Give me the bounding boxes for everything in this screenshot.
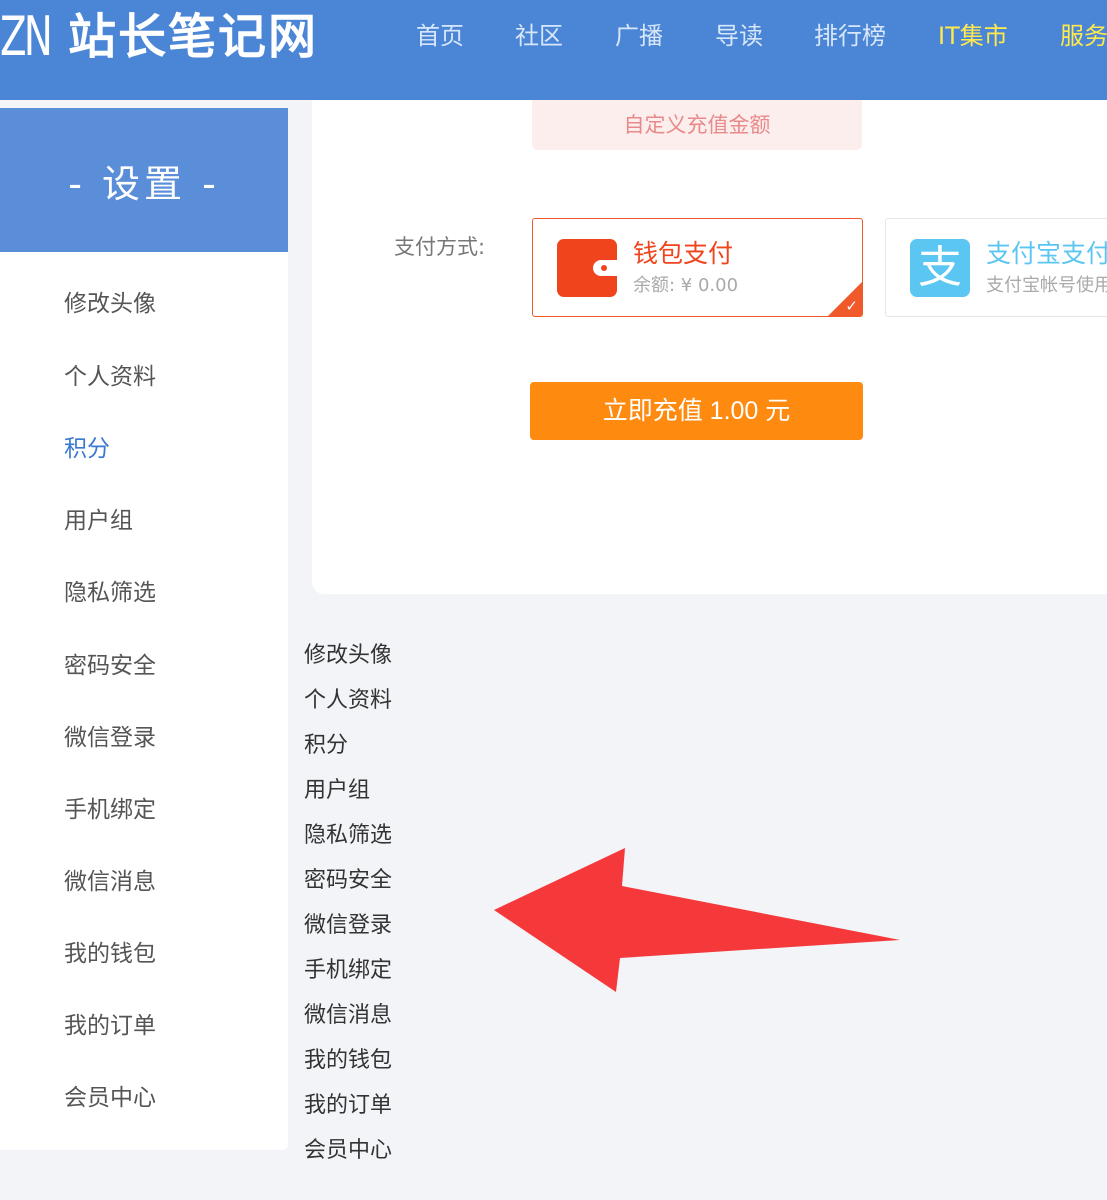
alipay-icon: 支	[910, 239, 970, 297]
sidebar-item-phone[interactable]: 手机绑定	[64, 795, 156, 825]
sidebar-title: - 设置 -	[68, 161, 220, 206]
nav-home[interactable]: 首页	[416, 16, 464, 56]
red-arrow-icon	[494, 848, 900, 992]
plain-link-wallet[interactable]: 我的钱包	[304, 1047, 392, 1075]
nav-ranking[interactable]: 排行榜	[814, 16, 886, 56]
sidebar-item-profile[interactable]: 个人资料	[64, 362, 156, 392]
recharge-button[interactable]: 立即充值 1.00 元	[530, 382, 863, 440]
top-header: ZN 站长笔记网 首页 社区 广播 导读 排行榜 IT集市 服务	[0, 0, 1107, 100]
plain-link-avatar[interactable]: 修改头像	[304, 642, 392, 670]
wallet-balance: 余额: ¥ 0.00	[633, 275, 739, 296]
plain-link-privacy[interactable]: 隐私筛选	[304, 822, 392, 850]
sidebar-item-password[interactable]: 密码安全	[64, 651, 156, 681]
checkmark-icon: ✓	[845, 297, 858, 315]
sidebar-item-orders[interactable]: 我的订单	[64, 1011, 156, 1041]
wallet-pay-title: 钱包支付	[633, 239, 734, 268]
plain-link-member[interactable]: 会员中心	[304, 1137, 392, 1165]
plain-link-orders[interactable]: 我的订单	[304, 1092, 392, 1120]
alipay-subtitle: 支付宝帐号使用	[986, 275, 1107, 296]
logo-mark: ZN	[0, 5, 53, 68]
settings-sidebar: - 设置 - 修改头像 个人资料 积分 用户组 隐私筛选 密码安全 微信登录 手…	[0, 108, 288, 1150]
payment-card: 自定义充值金额 支付方式: 钱包支付 余额: ¥ 0.00 ✓ 支 支付宝支付 …	[312, 100, 1107, 594]
alipay-title: 支付宝支付	[986, 239, 1107, 268]
nav-broadcast[interactable]: 广播	[615, 16, 663, 56]
nav-community[interactable]: 社区	[515, 16, 563, 56]
wallet-pay-option[interactable]: 钱包支付 余额: ¥ 0.00 ✓	[532, 218, 863, 317]
wallet-icon	[557, 239, 617, 297]
sidebar-item-avatar[interactable]: 修改头像	[64, 289, 156, 319]
plain-link-wechat-login[interactable]: 微信登录	[304, 912, 392, 940]
plain-link-usergroup[interactable]: 用户组	[304, 777, 370, 805]
plain-link-profile[interactable]: 个人资料	[304, 687, 392, 715]
plain-link-password[interactable]: 密码安全	[304, 867, 392, 895]
sidebar-item-privacy[interactable]: 隐私筛选	[64, 578, 156, 608]
sidebar-item-wallet[interactable]: 我的钱包	[64, 939, 156, 969]
logo-text: 站长笔记网	[68, 9, 319, 65]
payment-method-label: 支付方式:	[394, 235, 486, 259]
sidebar-header: - 设置 -	[0, 108, 288, 252]
plain-link-phone[interactable]: 手机绑定	[304, 957, 392, 985]
nav-it-market[interactable]: IT集市	[938, 16, 1008, 56]
site-logo[interactable]: ZN 站长笔记网	[0, 6, 318, 68]
nav-services[interactable]: 服务	[1060, 16, 1107, 56]
sidebar-item-wechat-msg[interactable]: 微信消息	[64, 867, 156, 897]
alipay-option[interactable]: 支 支付宝支付 支付宝帐号使用	[885, 218, 1107, 317]
plain-link-credits[interactable]: 积分	[304, 732, 348, 760]
sidebar-item-member[interactable]: 会员中心	[64, 1083, 156, 1113]
nav-guide[interactable]: 导读	[715, 16, 763, 56]
custom-amount-button[interactable]: 自定义充值金额	[532, 100, 862, 150]
sidebar-item-wechat-login[interactable]: 微信登录	[64, 723, 156, 753]
sidebar-item-usergroup[interactable]: 用户组	[64, 506, 133, 536]
plain-link-wechat-msg[interactable]: 微信消息	[304, 1002, 392, 1030]
sidebar-item-credits[interactable]: 积分	[64, 434, 110, 464]
